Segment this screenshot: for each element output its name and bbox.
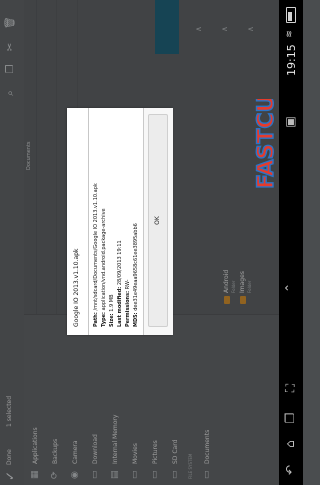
size-row: Size: 1.9 MB bbox=[109, 294, 115, 327]
file-properties-dialog: Google IO 2013.v1.10.apk Path: /mnt/sdca… bbox=[67, 108, 173, 335]
permissions-value: RW- bbox=[125, 279, 131, 290]
path-row: Path: /mnt/sdcard/Documents/Google IO 20… bbox=[93, 183, 99, 327]
system-bar: ↶ ⌂ ❐ ⛶ ⌃ ▣ 19:15 ≋ bbox=[279, 0, 303, 485]
status-time: 19:15 bbox=[285, 44, 298, 76]
tablet-screen: ✓ Done 1 selected ⌕ ❐ ✂ 🗑 ▦ Applications… bbox=[0, 0, 303, 485]
battery-icon bbox=[286, 7, 296, 23]
dialog-divider bbox=[88, 108, 89, 335]
size-label: Size: bbox=[109, 313, 115, 327]
chevron-up-icon[interactable]: ⌃ bbox=[283, 281, 297, 295]
recents-icon[interactable]: ❐ bbox=[283, 411, 297, 425]
back-icon[interactable]: ↶ bbox=[283, 463, 297, 477]
type-label: Type: bbox=[101, 311, 107, 327]
screenshot-icon[interactable]: ⛶ bbox=[283, 381, 297, 395]
landscape-content: ✓ Done 1 selected ⌕ ❐ ✂ 🗑 ▦ Applications… bbox=[0, 0, 303, 485]
modified-value: 28/09/2013 19:11 bbox=[117, 240, 123, 286]
md5-value: dee31e49eaa9658c61ee3895abb6 bbox=[133, 223, 139, 311]
svg-text:FASTCUP: FASTCUP bbox=[254, 99, 279, 189]
permissions-label: Permissions: bbox=[125, 290, 131, 327]
modified-label: Last modified: bbox=[117, 286, 123, 327]
path-label: Path: bbox=[93, 312, 99, 327]
md5-label: MD5: bbox=[133, 312, 139, 327]
ok-button[interactable]: OK bbox=[148, 114, 168, 327]
notification-icon[interactable]: ▣ bbox=[283, 115, 297, 129]
dialog-title: Google IO 2013.v1.10.apk bbox=[73, 248, 80, 327]
size-value: 1.9 MB bbox=[109, 294, 115, 312]
home-icon[interactable]: ⌂ bbox=[283, 437, 297, 451]
permissions-row: Permissions: RW- bbox=[125, 279, 131, 327]
type-row: Type: application/vnd.android.package-ar… bbox=[101, 208, 107, 327]
md5-row: MD5: dee31e49eaa9658c61ee3895abb6 bbox=[133, 223, 139, 327]
ok-button-label: OK bbox=[154, 216, 161, 225]
modified-row: Last modified: 28/09/2013 19:11 bbox=[117, 240, 123, 327]
type-value: application/vnd.android.package-archive bbox=[101, 208, 107, 311]
wifi-icon: ≋ bbox=[285, 30, 295, 38]
dialog-button-bar: OK bbox=[143, 108, 173, 335]
path-value: /mnt/sdcard/Documents/Google IO 2013.v1.… bbox=[93, 183, 99, 311]
